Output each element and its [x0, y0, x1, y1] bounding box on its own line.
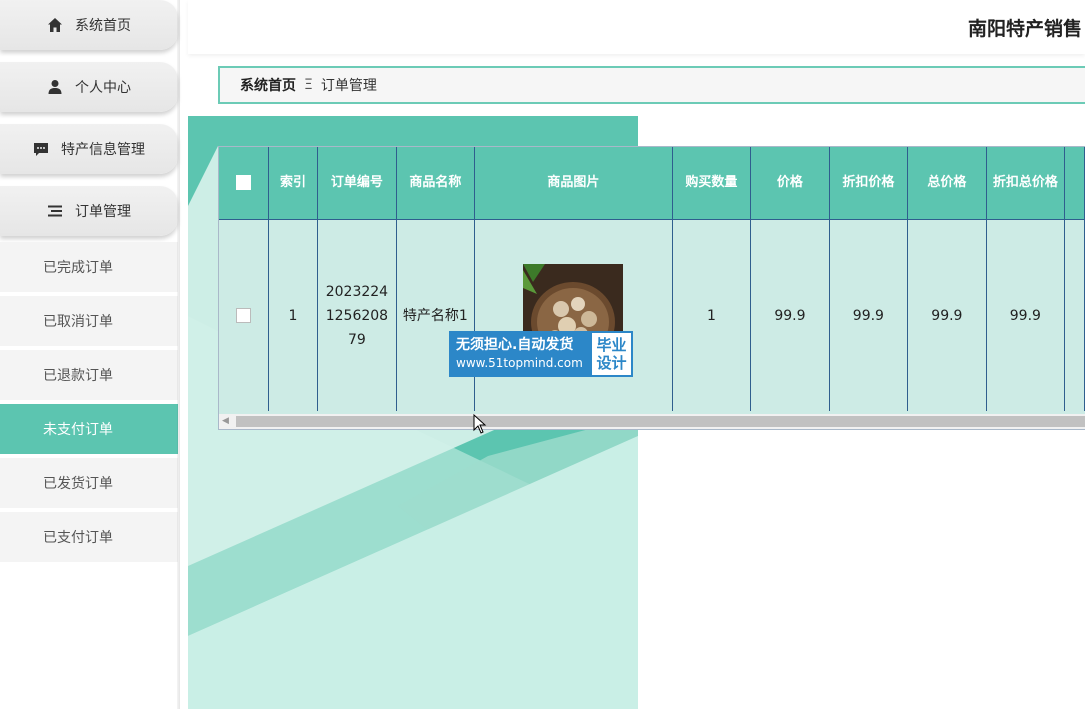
menu-item-order-management[interactable]: 订单管理 [0, 186, 178, 236]
mouse-cursor-icon [473, 414, 487, 434]
breadcrumb-home-link[interactable]: 系统首页 [240, 75, 296, 95]
submenu-cancelled-orders[interactable]: 已取消订单 [0, 296, 178, 346]
menu-item-specialty-info[interactable]: 特产信息管理 [0, 124, 178, 174]
list-icon [47, 203, 63, 219]
column-header-discount-price: 折扣价格 [829, 147, 909, 220]
select-all-checkbox[interactable] [235, 175, 251, 190]
table-header-row: 索引 订单编号 商品名称 商品图片 购买数量 价格 折扣价格 总价格 折扣总价格 [219, 147, 1085, 220]
table-row[interactable]: 1 20232241256208 79 特产名称1 1 99.9 99.9 99… [219, 219, 1085, 411]
menu-item-label: 系统首页 [75, 18, 131, 34]
submenu-refunded-orders[interactable]: 已退款订单 [0, 350, 178, 400]
cell-quantity: 1 [672, 219, 752, 411]
cell-total-price: 99.9 [907, 219, 987, 411]
orders-table-container: 索引 订单编号 商品名称 商品图片 购买数量 价格 折扣价格 总价格 折扣总价格… [218, 146, 1085, 430]
breadcrumb-separator: Ξ [304, 77, 313, 93]
horizontal-scrollbar[interactable]: ◀ [219, 414, 1085, 429]
column-header-more [1064, 147, 1085, 220]
watermark-badge-line2: 设计 [596, 354, 627, 372]
column-header-price: 价格 [750, 147, 830, 220]
submenu-shipped-orders[interactable]: 已发货订单 [0, 458, 178, 508]
site-title: 南阳特产销售 [968, 18, 1083, 40]
menu-item-personal-center[interactable]: 个人中心 [0, 62, 178, 112]
breadcrumb: 系统首页 Ξ 订单管理 [218, 66, 1085, 104]
select-all-header[interactable] [219, 147, 269, 220]
cell-product-image [474, 219, 673, 411]
message-icon [33, 141, 49, 157]
submenu-completed-orders[interactable]: 已完成订单 [0, 242, 178, 292]
top-header: 南阳特产销售 [188, 0, 1085, 54]
orders-table: 索引 订单编号 商品名称 商品图片 购买数量 价格 折扣价格 总价格 折扣总价格… [219, 147, 1085, 411]
menu-item-label: 订单管理 [75, 204, 131, 220]
cell-more [1064, 219, 1085, 411]
watermark-slogan: 无须担心.自动发货 [456, 337, 574, 353]
column-header-product-name: 商品名称 [396, 147, 476, 220]
menu-item-label: 个人中心 [75, 80, 131, 96]
scrollbar-thumb[interactable] [236, 416, 1085, 427]
column-header-order-no: 订单编号 [317, 147, 397, 220]
menu-item-home[interactable]: 系统首页 [0, 0, 178, 50]
row-checkbox[interactable] [235, 308, 251, 323]
menu-item-label: 特产信息管理 [61, 142, 145, 158]
submenu-unpaid-orders[interactable]: 未支付订单 [0, 404, 178, 454]
column-header-quantity: 购买数量 [672, 147, 752, 220]
cell-index: 1 [268, 219, 319, 411]
cell-order-no: 20232241256208 79 [317, 219, 397, 411]
breadcrumb-current: 订单管理 [320, 78, 377, 94]
watermark-badge-line1: 毕业 [596, 336, 627, 354]
cell-discount-price: 99.9 [829, 219, 909, 411]
watermark-banner: 无须担心.自动发货 www.51topmind.com 毕业 设计 [449, 331, 633, 377]
column-header-index: 索引 [268, 147, 319, 220]
scroll-left-icon[interactable]: ◀ [222, 416, 232, 427]
column-header-total-price: 总价格 [907, 147, 987, 220]
cell-price: 99.9 [750, 219, 830, 411]
sidebar: 系统首页 个人中心 特产信息管理 订单管理 已完成订单 已取消订单 已退款订单 … [0, 0, 180, 709]
home-icon [47, 17, 63, 33]
watermark-url: www.51topmind.com [456, 356, 583, 370]
column-header-discount-total: 折扣总价格 [986, 147, 1066, 220]
submenu-paid-orders[interactable]: 已支付订单 [0, 512, 178, 562]
column-header-product-image: 商品图片 [474, 147, 673, 220]
row-select-cell[interactable] [219, 219, 269, 411]
user-icon [47, 79, 63, 95]
cell-discount-total: 99.9 [986, 219, 1066, 411]
cell-product-name: 特产名称1 [396, 219, 476, 411]
